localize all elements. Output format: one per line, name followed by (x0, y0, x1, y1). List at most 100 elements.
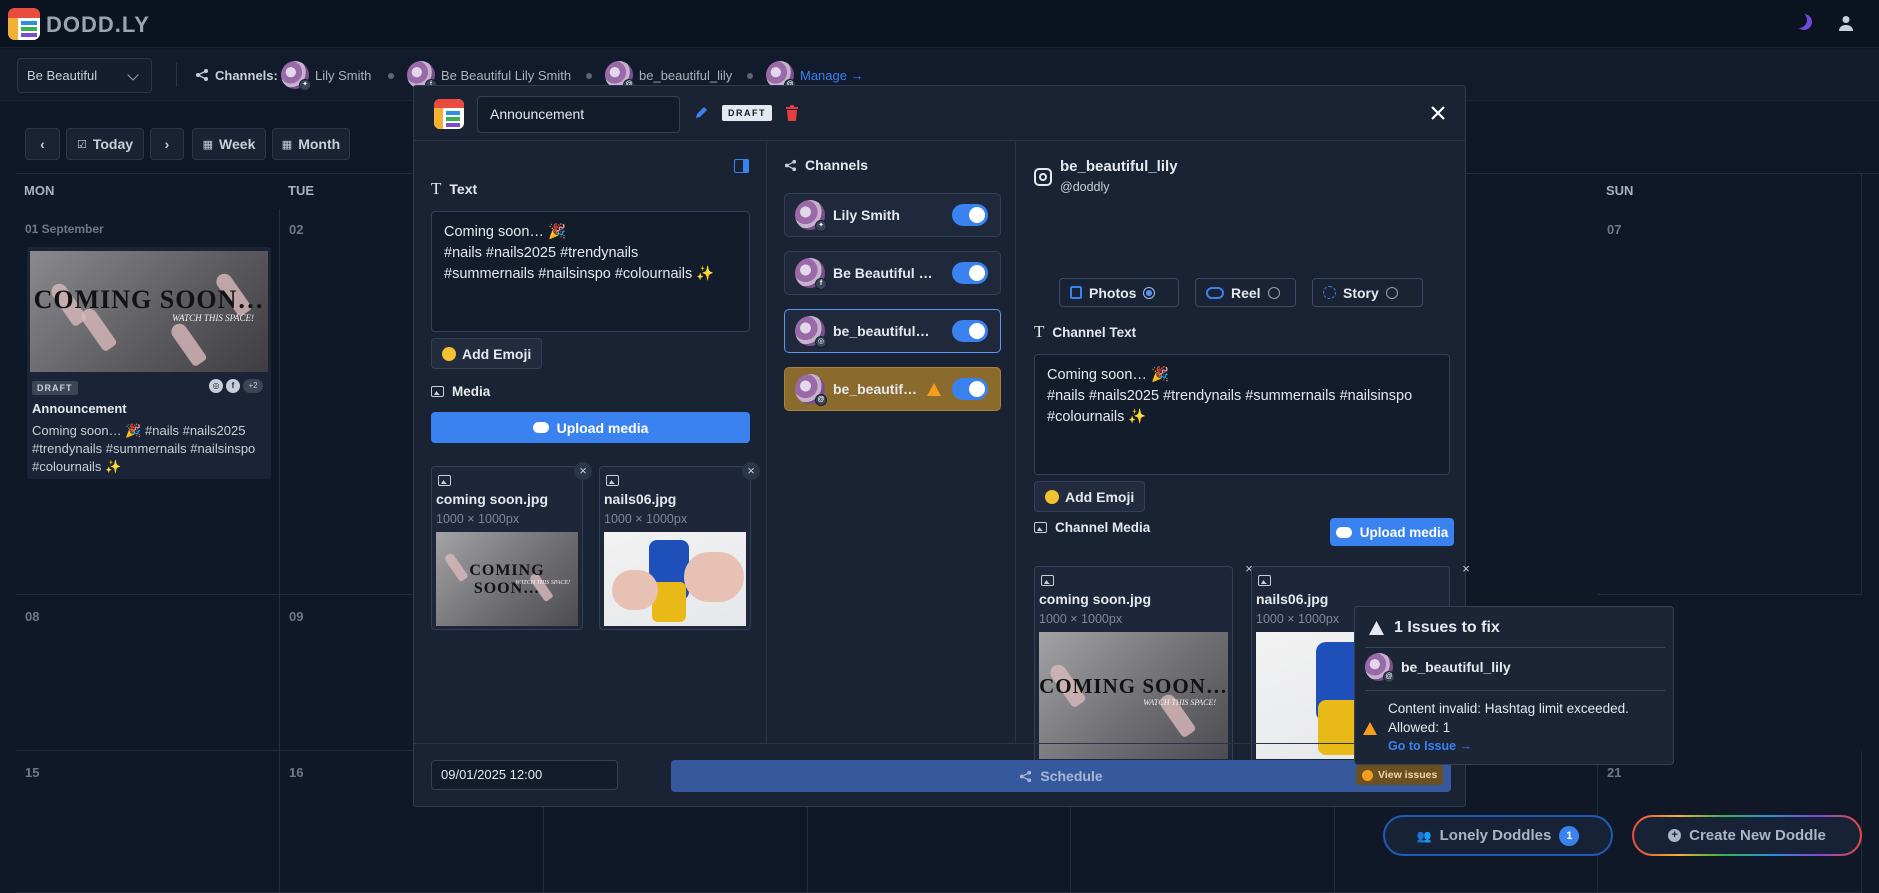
edit-pencil-icon[interactable] (694, 106, 708, 120)
remove-media-button[interactable]: × (574, 462, 592, 480)
remove-media-button[interactable]: × (742, 462, 760, 480)
dark-mode-icon[interactable] (1796, 14, 1812, 30)
issues-popover: 1 Issues to fix @ be_beautiful_lily Cont… (1354, 606, 1674, 765)
avatar: @ (1365, 653, 1395, 683)
channel-name: be_beautiful_lily (1060, 158, 1178, 175)
divider (1365, 690, 1665, 691)
post-title: Announcement (32, 401, 127, 416)
channel-row-warning[interactable]: @ be_beautif… (784, 367, 1001, 411)
channel-text-input[interactable]: Coming soon… 🎉 #nails #nails2025 #trendy… (1034, 354, 1450, 475)
channel-add-emoji-button[interactable]: Add Emoji (1034, 481, 1146, 512)
channel-media-card[interactable]: coming soon.jpg 1000 × 1000px COMING SOO… (1034, 566, 1233, 764)
today-button[interactable]: ☑ Today (66, 128, 144, 160)
channel-row-be-beautiful[interactable]: f Be Beautiful … (784, 251, 1001, 295)
image-icon (606, 475, 619, 486)
avatar: ✦ (281, 61, 311, 91)
chevron-left-icon: ‹ (40, 136, 45, 152)
date-label: 16 (289, 765, 304, 780)
modal-header: Announcement DRAFT (414, 86, 1465, 141)
text-section-label: T Text (431, 179, 478, 198)
schedule-date-input[interactable]: 09/01/2025 12:00 (431, 760, 618, 790)
workspace-select[interactable]: Be Beautiful (17, 58, 152, 93)
share-icon (1020, 770, 1032, 782)
channel-handle: @doddly (1060, 180, 1110, 194)
close-icon[interactable] (1426, 101, 1450, 125)
smile-icon (1045, 489, 1059, 504)
remove-channel-media-button[interactable]: × (1457, 560, 1475, 578)
avatar: ✦ (795, 200, 827, 232)
calendar-cell[interactable] (1598, 173, 1862, 595)
day-header-mon: MON (24, 183, 55, 198)
separator-dot (388, 73, 394, 79)
image-icon (1034, 522, 1047, 533)
date-label: 21 (1607, 765, 1622, 780)
post-title-input[interactable]: Announcement (477, 96, 680, 133)
schedule-button[interactable]: Schedule (671, 760, 1451, 792)
post-text-input[interactable]: Coming soon… 🎉 #nails #nails2025 #trendy… (431, 211, 750, 332)
channel-chip-lily-smith[interactable]: ✦ Lily Smith (281, 49, 371, 101)
post-body: Coming soon… 🎉 #nails #nails2025 #trendy… (32, 423, 256, 474)
channel-toggle[interactable] (952, 320, 988, 342)
format-story-button[interactable]: Story (1312, 278, 1423, 307)
prev-button[interactable]: ‹ (25, 128, 60, 160)
channel-row-lily-smith[interactable]: ✦ Lily Smith (784, 193, 1001, 237)
instagram-icon: ◎ (209, 379, 223, 393)
warning-icon (1362, 769, 1373, 781)
top-bar: DODD.LY (0, 0, 1879, 48)
modal-footer: 09/01/2025 12:00 Schedule View issues (414, 743, 1465, 806)
go-to-issue-link[interactable]: Go to Issue → (1388, 739, 1472, 753)
image-icon (1041, 575, 1054, 586)
media-card[interactable]: coming soon.jpg 1000 × 1000px COMING SOO… (431, 466, 583, 630)
draft-badge: DRAFT (722, 105, 772, 121)
avatar: ◎ (795, 316, 827, 348)
create-new-doddle-button[interactable]: + Create New Doddle (1632, 815, 1862, 856)
users-icon: 👥 (1416, 828, 1432, 843)
post-thumbnail: COMING SOON… WATCH THIS SPACE! (30, 251, 268, 372)
chevron-right-icon: › (164, 136, 170, 152)
post-card[interactable]: COMING SOON… WATCH THIS SPACE! DRAFT ◎ f… (27, 247, 271, 479)
channels-column: Channels ✦ Lily Smith f Be Beautiful … ◎… (768, 142, 1016, 743)
workspace-select-value: Be Beautiful (27, 68, 98, 83)
issues-header: 1 Issues to fix (1369, 619, 1500, 637)
panel-toggle-icon[interactable] (734, 159, 749, 173)
format-reel-button[interactable]: Reel (1195, 278, 1296, 307)
channel-toggle[interactable] (952, 378, 988, 400)
date-label: 07 (1607, 222, 1622, 237)
date-label: 02 (289, 222, 304, 237)
media-thumbnail (604, 532, 746, 626)
date-label: 09 (289, 609, 304, 624)
calendar-cell[interactable] (16, 595, 280, 751)
month-view-button[interactable]: ▦ Month (272, 128, 350, 160)
calendar-cell[interactable] (16, 751, 280, 893)
channel-toggle[interactable] (952, 204, 988, 226)
date-label: 08 (25, 609, 40, 624)
lonely-doddles-button[interactable]: 👥 Lonely Doddles 1 (1383, 815, 1613, 856)
add-emoji-button[interactable]: Add Emoji (431, 338, 543, 369)
format-photos-button[interactable]: Photos (1059, 278, 1179, 307)
twitter-icon: ✦ (299, 79, 311, 91)
threads-icon: @ (1383, 671, 1395, 683)
channel-toggle[interactable] (952, 262, 988, 284)
channel-text-label: T Channel Text (1034, 322, 1137, 341)
separator-dot (586, 73, 592, 79)
photos-icon (1070, 286, 1082, 299)
media-card[interactable]: nails06.jpg 1000 × 1000px (599, 466, 751, 630)
week-view-button[interactable]: ▦ Week (192, 128, 266, 160)
next-button[interactable]: › (150, 128, 184, 160)
calendar-check-icon: ☑ (76, 138, 87, 151)
content-column: T Text Coming soon… 🎉 #nails #nails2025 … (414, 142, 767, 743)
story-icon (1323, 286, 1336, 299)
user-icon[interactable] (1837, 14, 1855, 32)
date-label: 15 (25, 765, 40, 780)
view-issues-button[interactable]: View issues (1356, 765, 1444, 785)
trash-icon[interactable] (785, 105, 799, 121)
app-logo-icon (434, 99, 464, 129)
cloud-upload-icon (532, 422, 549, 433)
channel-upload-media-button[interactable]: Upload media (1330, 518, 1454, 546)
draft-badge: DRAFT (32, 379, 78, 395)
channel-media-label: Channel Media (1034, 520, 1150, 535)
channel-row-be-beautiful-lily[interactable]: ◎ be_beautiful… (784, 309, 1001, 353)
upload-media-button[interactable]: Upload media (431, 412, 750, 443)
app-logo-icon[interactable] (8, 8, 40, 40)
facebook-icon: f (226, 379, 240, 393)
